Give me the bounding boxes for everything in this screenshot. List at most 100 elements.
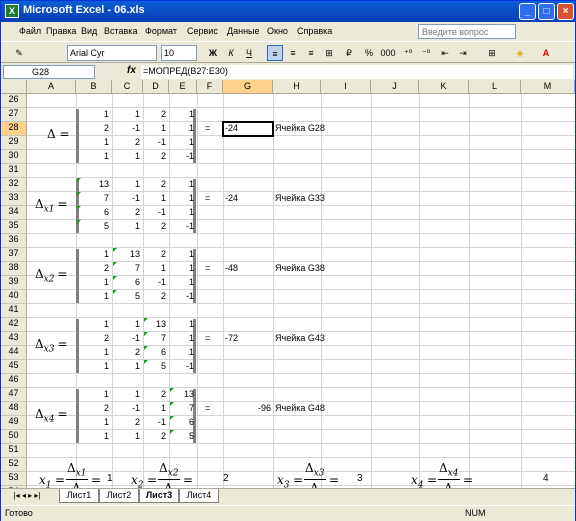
matrix-cell[interactable]: 2 bbox=[142, 179, 166, 190]
cell-reference-label[interactable]: Ячейка G33 bbox=[275, 193, 325, 204]
row-header[interactable]: 30 bbox=[1, 150, 27, 164]
matrix-cell[interactable]: 1 bbox=[142, 263, 166, 274]
matrix-cell[interactable]: -1 bbox=[170, 221, 194, 232]
matrix-cell[interactable]: 6 bbox=[85, 207, 109, 218]
help-search-input[interactable]: Введите вопрос bbox=[418, 24, 516, 39]
column-header[interactable]: A bbox=[27, 80, 76, 94]
bold-button[interactable]: Ж bbox=[205, 45, 221, 61]
matrix-cell[interactable]: 1 bbox=[170, 347, 194, 358]
matrix-cell[interactable]: -1 bbox=[142, 207, 166, 218]
menu-help[interactable]: Справка bbox=[297, 26, 332, 36]
menu-window[interactable]: Окно bbox=[267, 26, 288, 36]
matrix-cell[interactable]: 2 bbox=[142, 389, 166, 400]
menu-format[interactable]: Формат bbox=[145, 26, 177, 36]
matrix-cell[interactable]: 2 bbox=[116, 417, 140, 428]
italic-button[interactable]: К bbox=[223, 45, 239, 61]
matrix-cell[interactable]: 2 bbox=[116, 207, 140, 218]
name-box[interactable]: G28 bbox=[3, 65, 95, 79]
underline-button[interactable]: Ч bbox=[241, 45, 257, 61]
matrix-cell[interactable]: 2 bbox=[142, 109, 166, 120]
matrix-cell[interactable]: -1 bbox=[142, 137, 166, 148]
percent-button[interactable]: % bbox=[361, 45, 377, 61]
matrix-cell[interactable]: 1 bbox=[85, 291, 109, 302]
column-header[interactable]: M bbox=[521, 80, 575, 94]
fill-color-button[interactable]: ◈ bbox=[511, 45, 529, 61]
font-name-combo[interactable]: Arial Cyr bbox=[67, 45, 157, 61]
matrix-cell[interactable]: -1 bbox=[170, 361, 194, 372]
matrix-cell[interactable]: -1 bbox=[116, 333, 140, 344]
menu-data[interactable]: Данные bbox=[227, 26, 260, 36]
row-header[interactable]: 36 bbox=[1, 234, 27, 248]
row-header[interactable]: 28 bbox=[1, 122, 27, 136]
matrix-cell[interactable]: 7 bbox=[116, 263, 140, 274]
matrix-cell[interactable]: 1 bbox=[116, 389, 140, 400]
matrix-cell[interactable]: -1 bbox=[170, 151, 194, 162]
matrix-cell[interactable]: 1 bbox=[85, 137, 109, 148]
matrix-cell[interactable]: 1 bbox=[85, 277, 109, 288]
matrix-cell[interactable]: -1 bbox=[116, 193, 140, 204]
row-header[interactable]: 52 bbox=[1, 458, 27, 472]
menu-edit[interactable]: Правка bbox=[46, 26, 76, 36]
decrease-decimal-button[interactable]: ⁻⁰ bbox=[417, 45, 435, 61]
solution-value[interactable]: 4 bbox=[543, 473, 549, 484]
matrix-cell[interactable]: -1 bbox=[170, 291, 194, 302]
matrix-cell[interactable]: 1 bbox=[170, 207, 194, 218]
row-header[interactable]: 50 bbox=[1, 430, 27, 444]
row-header[interactable]: 33 bbox=[1, 192, 27, 206]
matrix-cell[interactable]: 1 bbox=[85, 361, 109, 372]
matrix-cell[interactable]: -1 bbox=[142, 277, 166, 288]
matrix-cell[interactable]: 2 bbox=[116, 137, 140, 148]
matrix-cell[interactable]: 1 bbox=[116, 361, 140, 372]
font-size-combo[interactable]: 10 bbox=[161, 45, 197, 61]
matrix-cell[interactable]: 2 bbox=[142, 291, 166, 302]
cell-reference-label[interactable]: Ячейка G48 bbox=[275, 403, 325, 414]
solution-value[interactable]: 3 bbox=[357, 473, 363, 484]
matrix-cell[interactable]: 1 bbox=[116, 221, 140, 232]
matrix-cell[interactable]: 1 bbox=[85, 151, 109, 162]
formula-input[interactable]: =МОПРЕД(B27:E30) bbox=[141, 65, 573, 79]
increase-decimal-button[interactable]: ⁺⁰ bbox=[399, 45, 417, 61]
matrix-cell[interactable]: 2 bbox=[85, 123, 109, 134]
row-header[interactable]: 51 bbox=[1, 444, 27, 458]
matrix-cell[interactable]: 1 bbox=[170, 123, 194, 134]
row-header[interactable]: 41 bbox=[1, 304, 27, 318]
column-header[interactable]: L bbox=[469, 80, 521, 94]
column-header[interactable]: G bbox=[223, 80, 273, 94]
column-header[interactable]: E bbox=[169, 80, 197, 94]
column-header[interactable]: C bbox=[112, 80, 143, 94]
matrix-cell[interactable]: 2 bbox=[116, 347, 140, 358]
column-header[interactable]: H bbox=[273, 80, 321, 94]
comma-style-button[interactable]: 000 bbox=[379, 45, 397, 61]
align-left-button[interactable]: ≡ bbox=[267, 45, 283, 61]
align-center-button[interactable]: ≡ bbox=[285, 45, 301, 61]
minimize-button[interactable]: _ bbox=[519, 3, 536, 20]
worksheet-grid[interactable]: A B C D E F G H I J K L M 26 27 28 29 30 31 32 33 34 35 36 37 38 3… bbox=[1, 80, 575, 488]
font-color-button[interactable]: A bbox=[537, 45, 555, 61]
column-header[interactable]: J bbox=[371, 80, 419, 94]
decrease-indent-button[interactable]: ⇤ bbox=[437, 45, 453, 61]
matrix-cell[interactable]: 1 bbox=[116, 431, 140, 442]
solution-value[interactable]: 2 bbox=[223, 473, 229, 484]
cell-reference-label[interactable]: Ячейка G43 bbox=[275, 333, 325, 344]
matrix-cell[interactable]: 1 bbox=[170, 137, 194, 148]
sheet-tab-2[interactable]: Лист2 bbox=[99, 489, 139, 503]
determinant-result[interactable]: -72 bbox=[225, 333, 238, 344]
row-header[interactable]: 43 bbox=[1, 332, 27, 346]
row-header[interactable]: 26 bbox=[1, 94, 27, 108]
sheet-tab-3-active[interactable]: Лист3 bbox=[139, 489, 179, 503]
select-all-corner[interactable] bbox=[1, 80, 27, 94]
matrix-cell[interactable]: 1 bbox=[170, 249, 194, 260]
matrix-cell[interactable]: 2 bbox=[142, 221, 166, 232]
row-header[interactable]: 39 bbox=[1, 276, 27, 290]
row-header[interactable]: 46 bbox=[1, 374, 27, 388]
matrix-cell[interactable]: 1 bbox=[170, 193, 194, 204]
row-header[interactable]: 47 bbox=[1, 388, 27, 402]
determinant-result[interactable]: -96 bbox=[247, 403, 271, 414]
restore-button[interactable]: □ bbox=[538, 3, 555, 20]
increase-indent-button[interactable]: ⇥ bbox=[455, 45, 471, 61]
determinant-result[interactable]: -48 bbox=[225, 263, 238, 274]
matrix-cell[interactable]: 1 bbox=[170, 277, 194, 288]
column-header[interactable]: D bbox=[143, 80, 169, 94]
matrix-cell[interactable]: 1 bbox=[85, 417, 109, 428]
row-header[interactable]: 40 bbox=[1, 290, 27, 304]
